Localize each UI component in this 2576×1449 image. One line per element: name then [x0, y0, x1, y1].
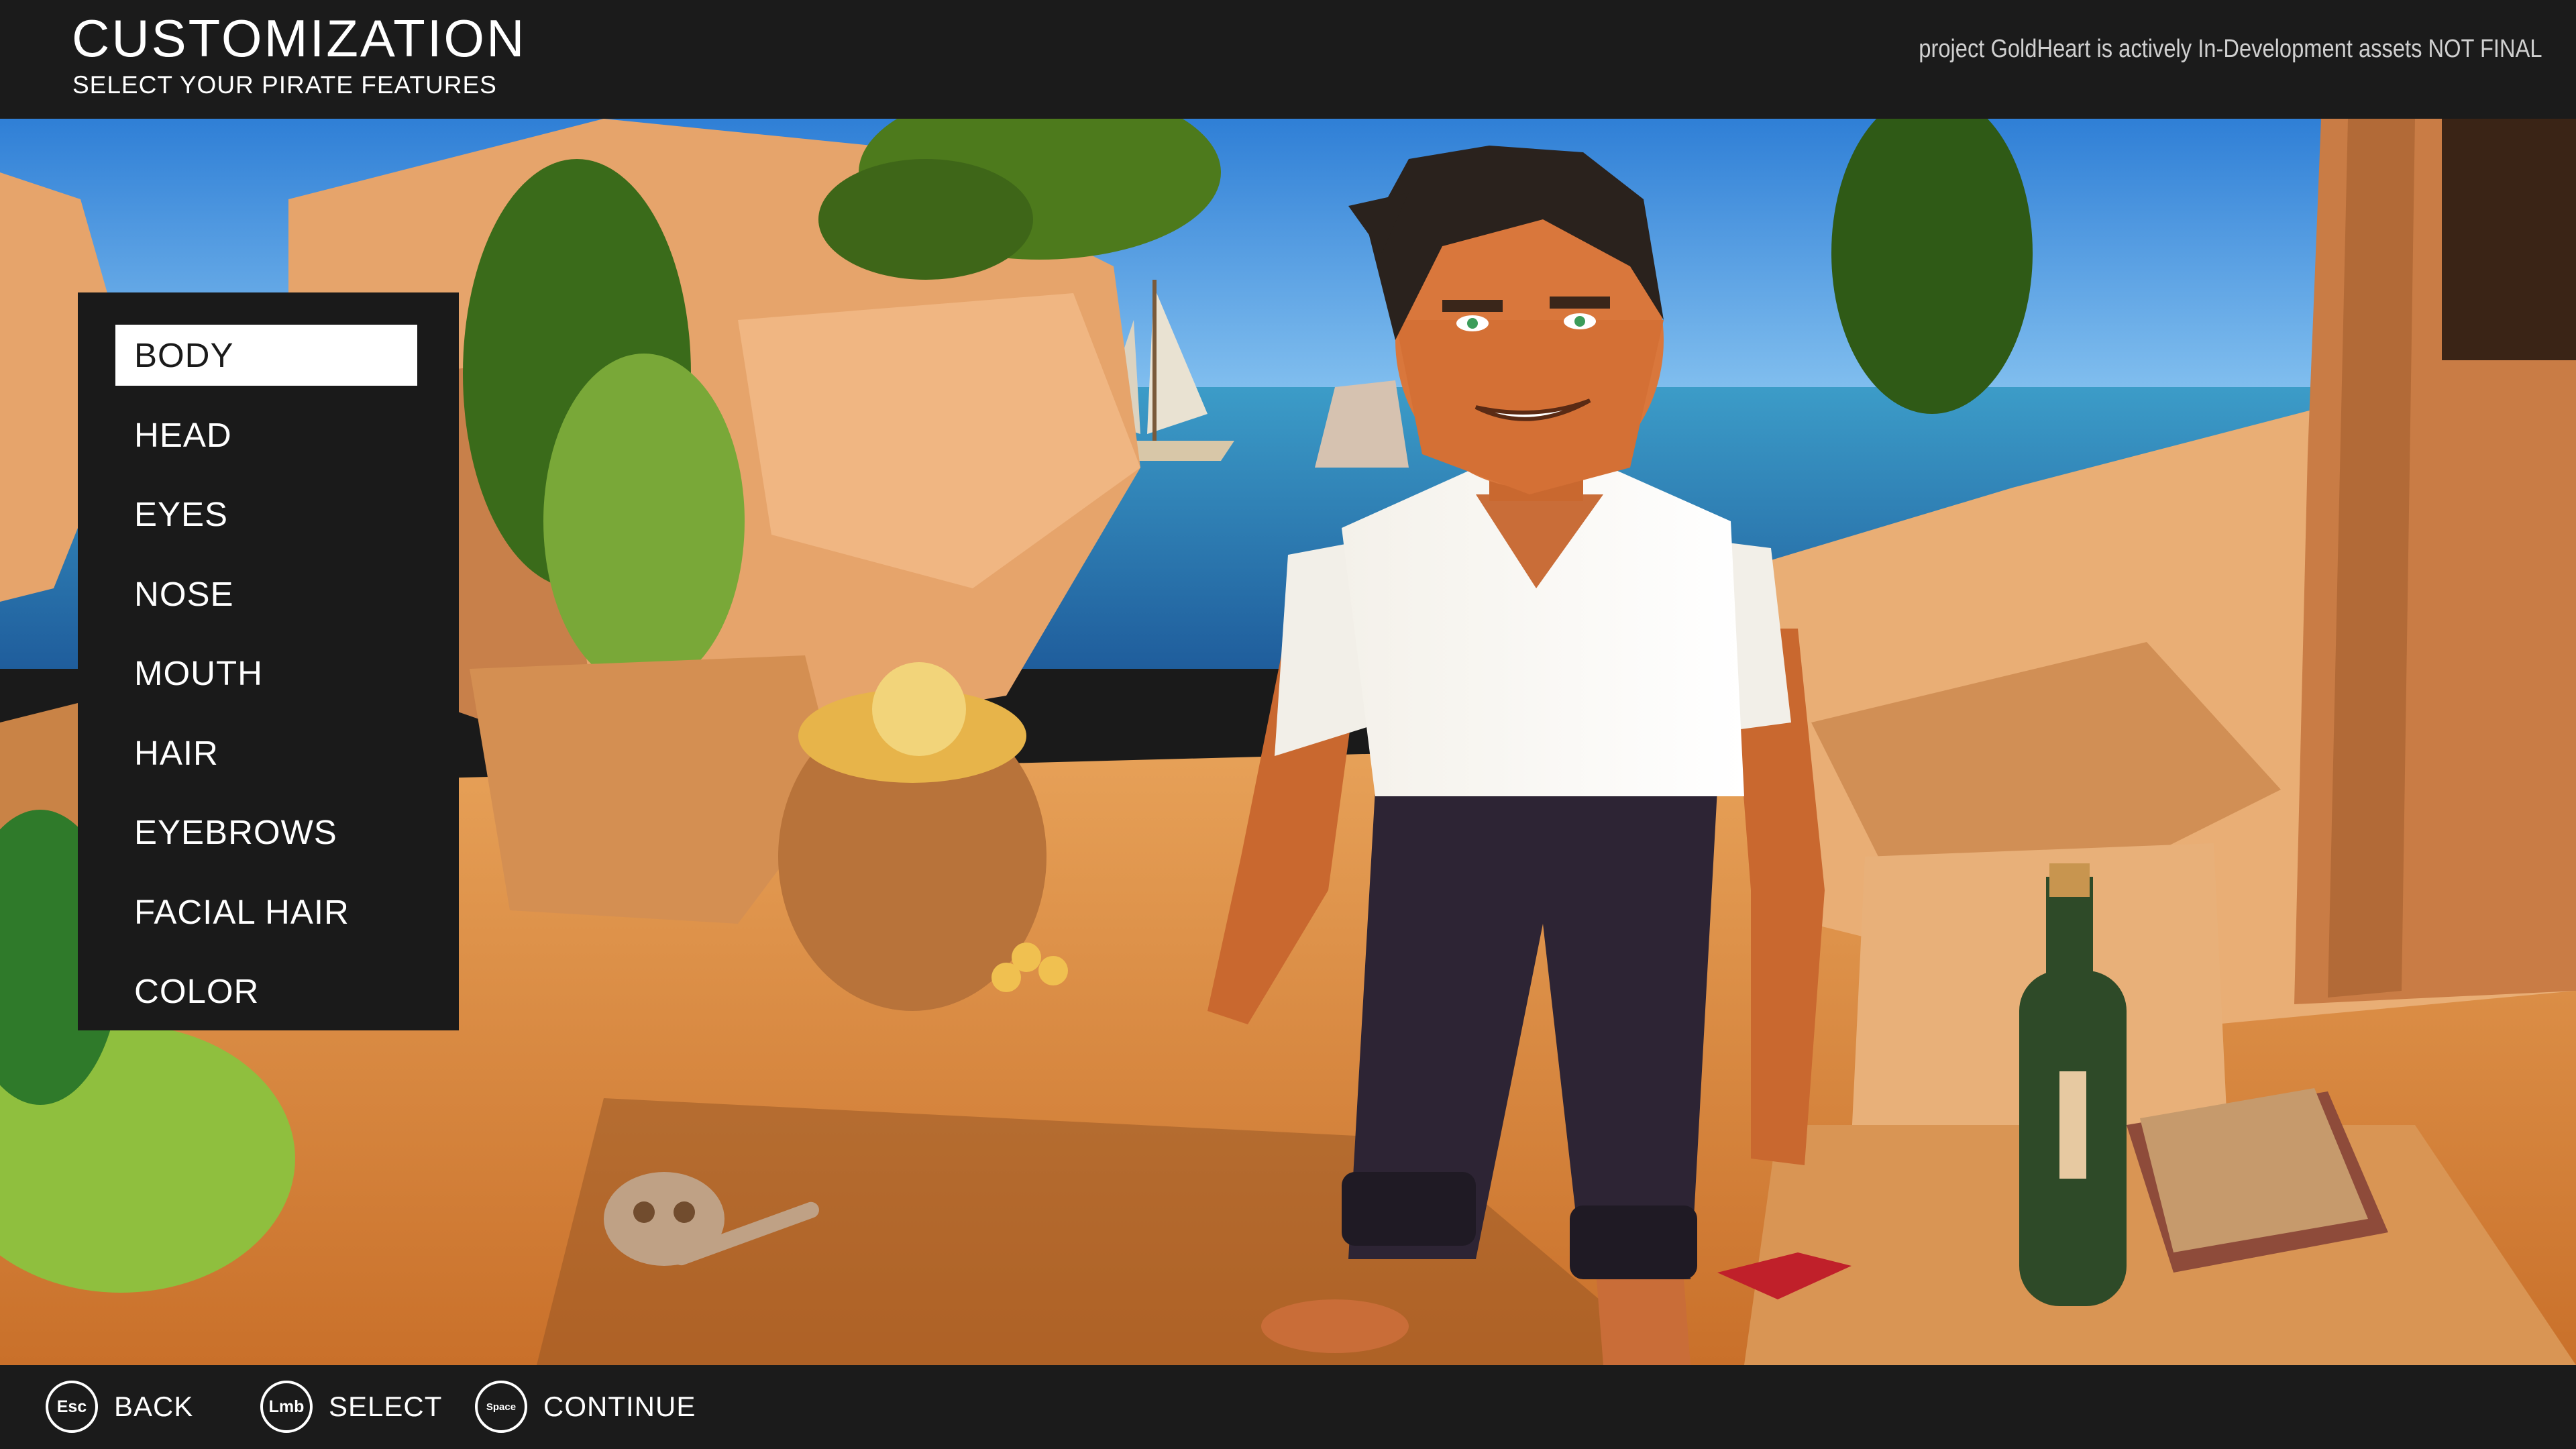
menu-item-body[interactable]: BODY: [115, 325, 417, 386]
top-bar: CUSTOMIZATION SELECT YOUR PIRATE FEATURE…: [0, 0, 2576, 119]
menu-item-facial-hair[interactable]: FACIAL HAIR: [115, 881, 417, 943]
back-label: BACK: [114, 1391, 194, 1422]
menu-item-nose[interactable]: NOSE: [115, 564, 417, 625]
menu-item-eyebrows[interactable]: EYEBROWS: [115, 802, 417, 863]
menu-item-head[interactable]: HEAD: [115, 405, 417, 466]
menu-item-mouth[interactable]: MOUTH: [115, 643, 417, 704]
continue-label: CONTINUE: [543, 1391, 696, 1422]
menu-item-color[interactable]: COLOR: [115, 961, 417, 1022]
continue-hint[interactable]: Space CONTINUE: [475, 1379, 696, 1435]
gold-sack: [778, 662, 1068, 1011]
menu-item-eyes[interactable]: EYES: [115, 484, 417, 545]
feature-menu: BODY HEAD EYES NOSE MOUTH HAIR EYEBROWS …: [78, 292, 459, 1030]
select-hint[interactable]: Lmb SELECT: [260, 1379, 442, 1435]
game-screen: CUSTOMIZATION SELECT YOUR PIRATE FEATURE…: [0, 0, 2576, 1449]
page-subtitle: SELECT YOUR PIRATE FEATURES: [72, 71, 497, 99]
esc-key-icon: Esc: [46, 1381, 98, 1433]
space-key-icon: Space: [475, 1381, 527, 1433]
select-label: SELECT: [329, 1391, 443, 1422]
menu-item-hair[interactable]: HAIR: [115, 722, 417, 784]
back-hint[interactable]: Esc BACK: [46, 1379, 193, 1435]
mouse-left-key-icon: Lmb: [260, 1381, 313, 1433]
page-title: CUSTOMIZATION: [72, 9, 527, 68]
dev-notice: project GoldHeart is actively In-Develop…: [1919, 35, 2542, 63]
